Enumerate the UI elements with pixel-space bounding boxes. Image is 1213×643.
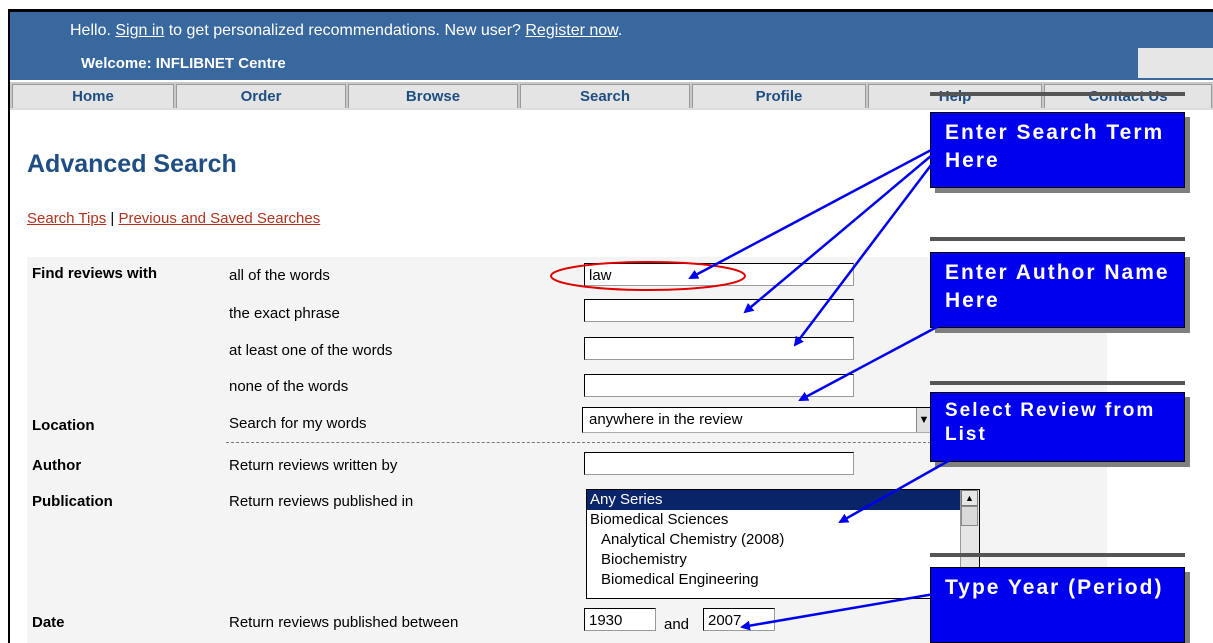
arrow-search-3: [793, 139, 951, 347]
arrow-year: [740, 591, 941, 631]
highlight-circle: [550, 261, 746, 291]
arrow-search-1: [688, 138, 951, 280]
arrow-search-2: [743, 139, 951, 314]
arrow-review: [838, 458, 951, 524]
arrow-author: [798, 318, 951, 402]
annotation-arrows: [550, 138, 951, 631]
